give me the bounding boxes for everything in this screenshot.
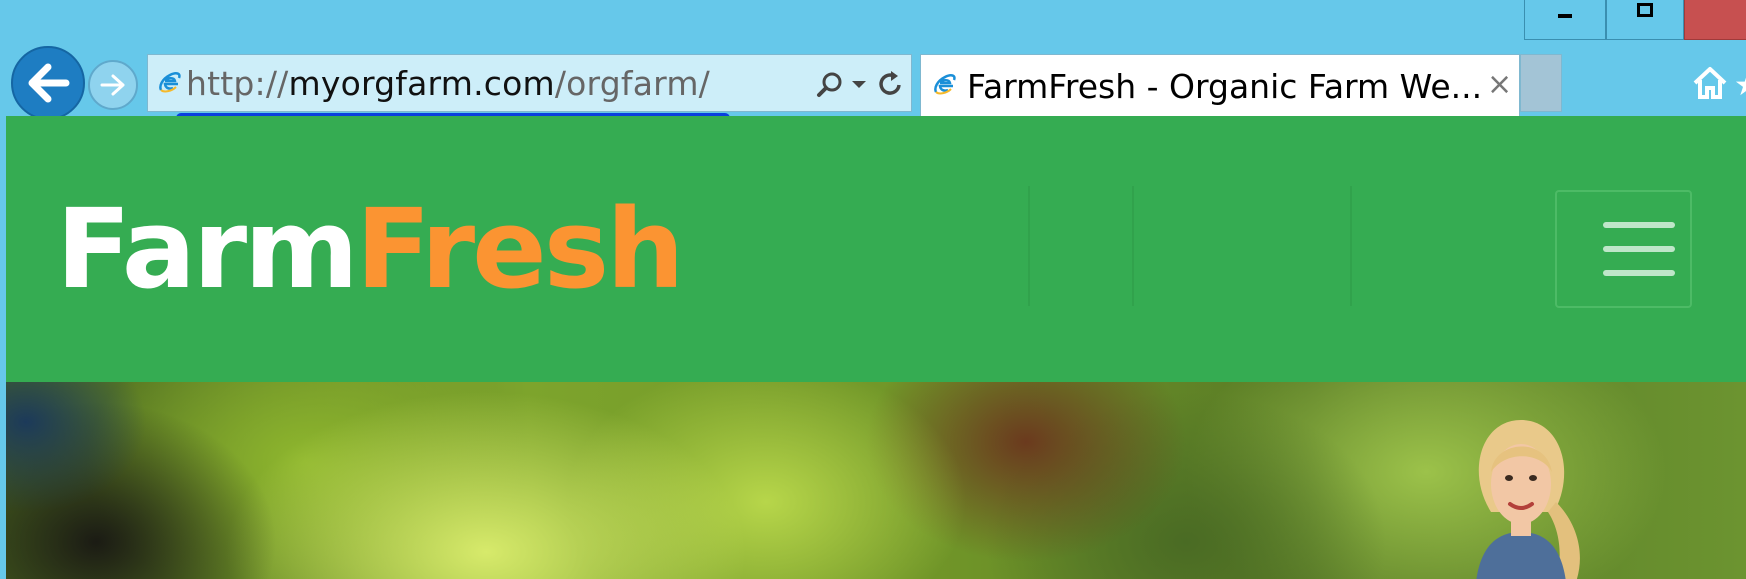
forward-button[interactable] bbox=[88, 60, 138, 110]
back-button[interactable] bbox=[11, 46, 85, 120]
hamburger-icon bbox=[1603, 270, 1675, 276]
home-icon[interactable] bbox=[1692, 66, 1728, 100]
url-domain: myorgfarm.com bbox=[288, 64, 555, 103]
tab-close-icon[interactable]: × bbox=[1487, 67, 1512, 103]
hamburger-icon bbox=[1603, 246, 1675, 252]
chevron-down-icon[interactable] bbox=[852, 81, 866, 88]
url-prefix: http:// bbox=[186, 64, 289, 103]
ie-icon bbox=[159, 72, 181, 93]
brand-farm: Farm bbox=[56, 185, 359, 313]
address-bar[interactable]: http://myorgfarm.com/orgfarm/ bbox=[147, 54, 912, 112]
nav-divider bbox=[1028, 186, 1030, 306]
site-header: FarmFresh bbox=[6, 116, 1746, 382]
menu-toggle-button[interactable] bbox=[1555, 190, 1692, 308]
new-tab-button[interactable] bbox=[1520, 54, 1562, 112]
nav-divider bbox=[1350, 186, 1352, 306]
minimize-button[interactable] bbox=[1524, 0, 1606, 40]
hamburger-icon bbox=[1603, 222, 1675, 228]
site-logo[interactable]: FarmFresh bbox=[56, 184, 685, 314]
maximize-icon bbox=[1637, 2, 1653, 17]
maximize-button[interactable] bbox=[1606, 0, 1684, 40]
search-icon[interactable] bbox=[816, 71, 844, 99]
hero-banner bbox=[6, 382, 1746, 579]
star-icon[interactable]: ★ bbox=[1734, 68, 1746, 103]
tab-farmfresh[interactable]: FarmFresh - Organic Farm We... × bbox=[920, 54, 1520, 116]
tab-title: FarmFresh - Organic Farm We... bbox=[967, 67, 1483, 106]
page-viewport: FarmFresh bbox=[6, 116, 1746, 579]
tab-favicon-icon bbox=[934, 74, 956, 95]
nav-divider bbox=[1132, 186, 1134, 306]
farmer-woman-image bbox=[1476, 420, 1580, 579]
brand-fresh: Fresh bbox=[355, 185, 685, 313]
refresh-icon[interactable] bbox=[878, 70, 904, 98]
forward-arrow-icon bbox=[100, 74, 125, 96]
url-text[interactable]: http://myorgfarm.com/orgfarm/ bbox=[186, 64, 710, 104]
close-window-button[interactable] bbox=[1684, 0, 1746, 40]
minimize-icon bbox=[1558, 13, 1572, 18]
url-path: /orgfarm/ bbox=[554, 64, 710, 103]
back-arrow-icon bbox=[28, 63, 70, 103]
